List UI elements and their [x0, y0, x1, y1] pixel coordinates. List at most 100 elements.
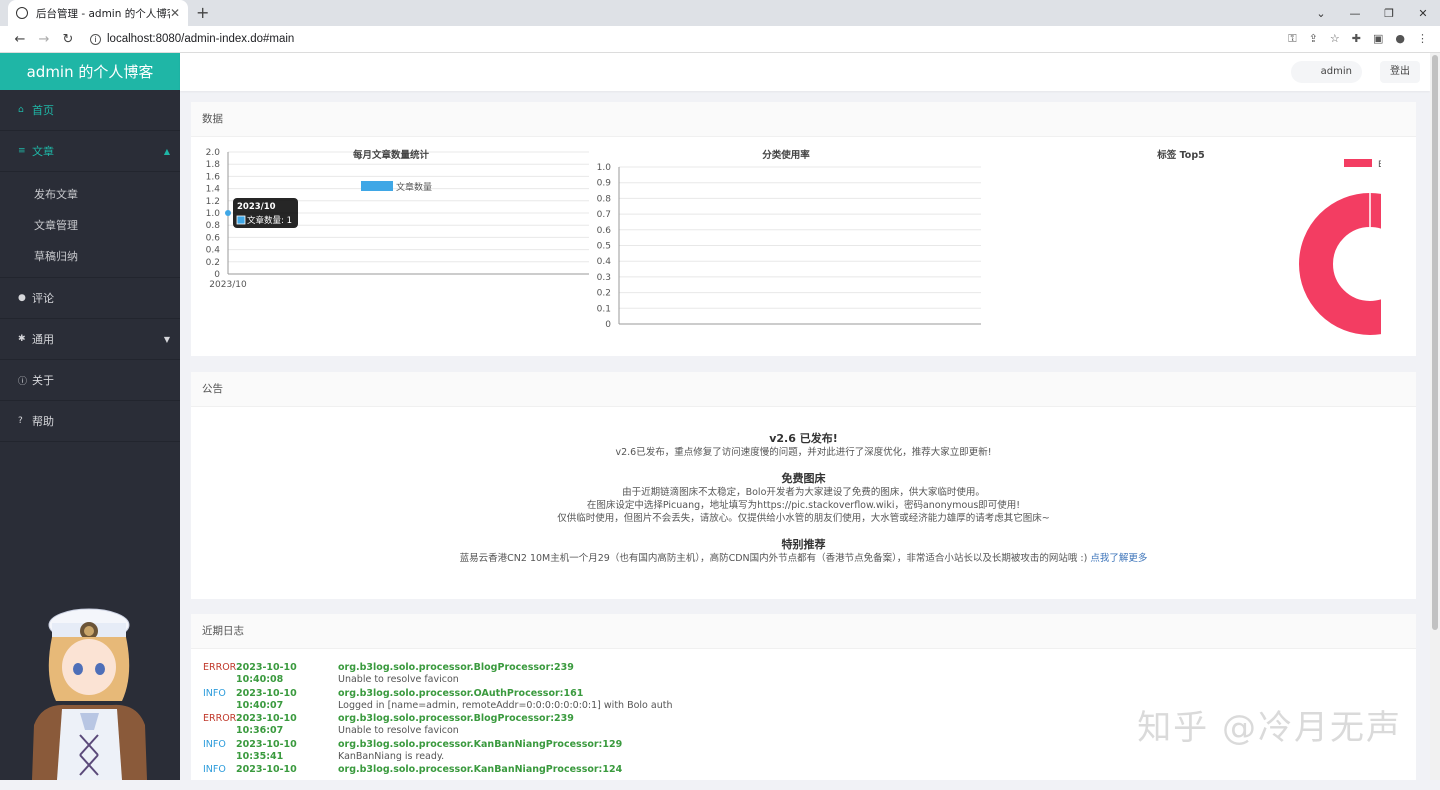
help-icon: ?: [18, 416, 23, 426]
minimize-button[interactable]: —: [1338, 0, 1372, 26]
log-row: ERROR 2023-10-10 10:40:08 org.b3log.solo.pr…: [203, 662, 1416, 688]
sidebar-item-comments[interactable]: ● 评论: [0, 278, 180, 319]
panel-title: 数据: [191, 102, 1416, 137]
log-level: INFO: [203, 764, 226, 775]
announcement-body: v2.6 已发布! v2.6已发布，重点修复了访问速度慢的问题，并对此进行了深度…: [191, 407, 1416, 565]
brand-title[interactable]: admin 的个人博客: [0, 53, 180, 90]
y-tick-label: 0.6: [597, 226, 612, 236]
legend-label: 文章数量: [396, 181, 432, 193]
back-button[interactable]: ←: [8, 32, 32, 47]
tooltip-title: 2023/10: [237, 202, 276, 212]
top-header: admin 登出: [180, 53, 1430, 91]
favicon-icon: [16, 7, 28, 19]
announcement-heading: v2.6 已发布!: [769, 432, 838, 445]
log-time: 10:35:41: [236, 750, 284, 762]
sidebar-item-publish-article[interactable]: 发布文章: [0, 178, 180, 209]
log-source: org.b3log.solo.processor.BlogProcessor:2…: [338, 662, 574, 688]
y-tick-label: 0.6: [206, 233, 221, 243]
menu-icon[interactable]: ⋮: [1417, 32, 1428, 46]
sidebar-item-home[interactable]: ⌂ 首页: [0, 90, 180, 131]
browser-tab[interactable]: 后台管理 - admin 的个人博客 ✕: [8, 0, 188, 26]
address-bar: ← → ↻ i localhost:8080/admin-index.do#ma…: [0, 26, 1440, 53]
page-scrollbar[interactable]: [1430, 53, 1440, 780]
sidebar-item-label: 通用: [32, 333, 54, 346]
learn-more-link[interactable]: 点我了解更多: [1090, 553, 1147, 564]
side-panel-icon[interactable]: ▣: [1373, 32, 1383, 46]
y-tick-label: 0.4: [206, 246, 221, 256]
sidebar: admin 的个人博客 ⌂ 首页 ≡ 文章 ▲ 发布文章 文章管理 草稿归纳 ●…: [0, 53, 180, 780]
log-date: 2023-10-10: [236, 713, 297, 724]
admin-app: admin 的个人博客 ⌂ 首页 ≡ 文章 ▲ 发布文章 文章管理 草稿归纳 ●…: [0, 53, 1440, 780]
log-source-class: org.b3log.solo.processor.OAuthProcessor:…: [338, 687, 584, 699]
close-window-button[interactable]: ✕: [1406, 0, 1440, 26]
bookmark-star-icon[interactable]: ☆: [1330, 32, 1340, 46]
tag-top5-chart: 标签 Top5 Bolo: [981, 137, 1440, 356]
y-tick-label: 1.0: [597, 163, 612, 173]
extensions-icon[interactable]: ✚: [1352, 32, 1361, 46]
panel-title: 近期日志: [191, 614, 1416, 649]
y-tick-label: 0: [605, 320, 611, 330]
sidebar-item-label: 首页: [32, 104, 54, 117]
kanban-mascot-image[interactable]: [22, 605, 157, 780]
data-point: [225, 210, 231, 216]
sidebar-item-about[interactable]: ⓘ 关于: [0, 360, 180, 401]
log-message: KanBanNiang is ready.: [338, 750, 445, 762]
y-tick-label: 0.8: [206, 221, 221, 231]
log-time: 10:36:07: [236, 725, 284, 736]
home-icon: ⌂: [18, 105, 24, 115]
tab-close-icon[interactable]: ✕: [170, 6, 180, 20]
y-tick-label: 0.3: [597, 273, 611, 283]
log-level: ERROR: [203, 662, 237, 673]
sidebar-item-articles[interactable]: ≡ 文章 ▲: [0, 131, 180, 172]
profile-icon[interactable]: ●: [1395, 32, 1405, 46]
y-tick-label: 0: [214, 270, 220, 280]
watermark: 知乎 @冷月无声: [1137, 708, 1402, 748]
site-info-icon[interactable]: i: [90, 33, 101, 45]
sidebar-item-manage-articles[interactable]: 文章管理: [0, 209, 180, 240]
y-tick-label: 1.4: [206, 185, 221, 195]
announcement-line: 由于近期链滴图床不太稳定，Bolo开发者为大家建设了免费的图床，供大家临时使用。: [622, 487, 985, 498]
sidebar-item-label: 关于: [32, 374, 54, 387]
reload-button[interactable]: ↻: [56, 32, 80, 47]
sidebar-item-help[interactable]: ? 帮助: [0, 401, 180, 442]
log-time: 10:40:07: [236, 699, 284, 711]
log-date: 2023-10-10: [236, 687, 297, 699]
restore-button[interactable]: ❐: [1372, 0, 1406, 26]
scrollbar-thumb[interactable]: [1432, 55, 1438, 630]
log-timestamp: 2023-10-10 10:40:07: [236, 688, 338, 714]
y-tick-label: 0.7: [597, 210, 611, 220]
forward-button[interactable]: →: [32, 32, 56, 47]
main-content: admin 登出 数据 每月文章数量统计 2.0 1.8 1.6 1.4 1.2 1.0 0…: [180, 53, 1440, 780]
comment-icon: ●: [18, 293, 26, 303]
log-time: 10:40:08: [236, 674, 284, 685]
chart-title: 标签 Top5: [1157, 150, 1205, 161]
sidebar-item-label: 帮助: [32, 415, 54, 428]
announcement-line: 仅供临时使用，但图片不会丢失，请放心。仅提供给小水管的朋友们使用，大水管或经济能…: [557, 513, 1050, 524]
key-icon[interactable]: ⚿: [1288, 32, 1296, 46]
tooltip-swatch: [236, 215, 246, 225]
log-timestamp: 2023-10-10 10:35:41: [236, 739, 338, 765]
x-tick-label: 2023/10: [209, 280, 247, 290]
sidebar-item-drafts[interactable]: 草稿归纳: [0, 240, 180, 271]
tab-title: 后台管理 - admin 的个人博客: [36, 7, 170, 20]
panel-title: 公告: [191, 372, 1416, 407]
log-source-class: org.b3log.solo.processor.KanBanNiangProc…: [338, 738, 623, 750]
log-timestamp: 2023-10-10: [236, 764, 338, 790]
legend-swatch: [361, 181, 393, 191]
log-source: org.b3log.solo.processor.BlogProcessor:2…: [338, 713, 574, 739]
tab-search-icon[interactable]: ⌄: [1304, 0, 1338, 26]
log-message: Logged in [name=admin, remoteAddr=0:0:0:…: [338, 699, 673, 711]
logout-button[interactable]: 登出: [1380, 61, 1420, 83]
new-tab-button[interactable]: +: [196, 3, 209, 22]
tag-top5-svg: Bolo: [1299, 159, 1440, 335]
y-tick-label: 1.6: [206, 172, 221, 182]
chevron-up-icon: ▲: [163, 146, 170, 156]
url-field[interactable]: i localhost:8080/admin-index.do#main: [80, 33, 1288, 45]
category-usage-chart: 分类使用率 1.0 0.9 0.8 0.7 0.6 0.5 0.4 0.3 0.2 0.1 0: [586, 137, 986, 356]
user-menu-button[interactable]: admin: [1290, 61, 1362, 83]
data-panel: 数据 每月文章数量统计 2.0 1.8 1.6 1.4 1.2 1.0 0.8 0.6 0.4 0…: [191, 102, 1440, 356]
sidebar-item-general[interactable]: ✱ 通用 ▼: [0, 319, 180, 360]
share-icon[interactable]: ⇪: [1309, 32, 1318, 46]
log-level: INFO: [203, 738, 226, 750]
log-date: 2023-10-10: [236, 662, 297, 673]
